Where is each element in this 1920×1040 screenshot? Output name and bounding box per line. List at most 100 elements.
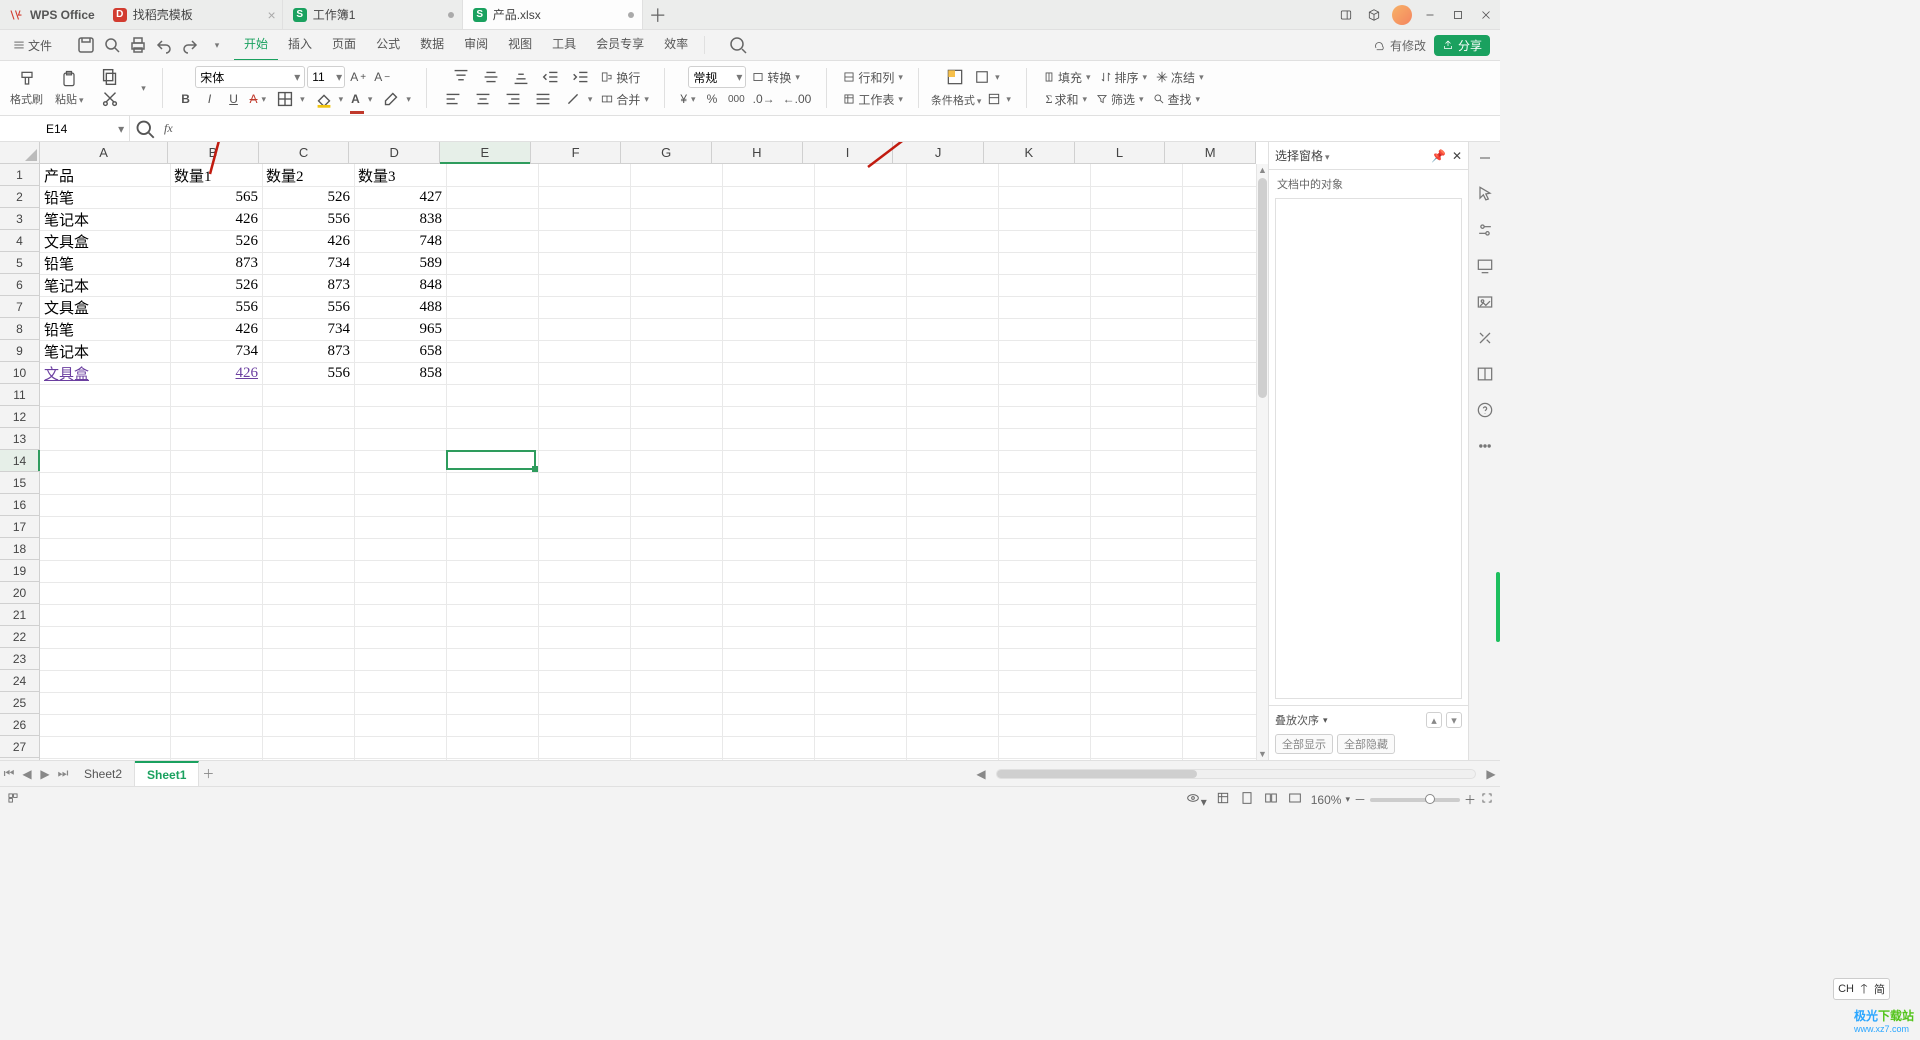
cell-C5[interactable]: 734 xyxy=(262,252,354,274)
align-left-icon[interactable] xyxy=(439,88,467,110)
close-tab-icon[interactable]: × xyxy=(268,7,276,23)
decrease-indent-icon[interactable] xyxy=(537,66,565,88)
conditional-format-button[interactable]: 条件格式 xyxy=(931,92,982,108)
cell-D4[interactable]: 748 xyxy=(354,230,446,252)
clear-format-button[interactable] xyxy=(377,88,414,110)
row-header-20[interactable]: 20 xyxy=(0,582,39,604)
autosum-button[interactable]: Σ求和 xyxy=(1042,88,1090,110)
spreadsheet-grid[interactable]: ABCDEFGHIJKLM 12345678910111213141516171… xyxy=(0,142,1268,760)
orientation-button[interactable] xyxy=(559,88,596,110)
format-as-table-icon[interactable] xyxy=(983,88,1014,110)
cell-B5[interactable]: 873 xyxy=(170,252,262,274)
align-middle-icon[interactable] xyxy=(477,66,505,88)
sheet-nav-prev[interactable]: ◀ xyxy=(18,767,36,781)
cell-A2[interactable]: 铅笔 xyxy=(40,186,170,208)
cell-C3[interactable]: 556 xyxy=(262,208,354,230)
cell-C4[interactable]: 426 xyxy=(262,230,354,252)
increase-font-icon[interactable]: A+ xyxy=(347,66,369,88)
cell-B4[interactable]: 526 xyxy=(170,230,262,252)
find-button[interactable]: 查找 xyxy=(1149,88,1204,110)
increase-decimal-icon[interactable]: ←.00 xyxy=(780,88,815,110)
worksheet-button[interactable]: 工作表 xyxy=(839,88,906,110)
cell-B10[interactable]: 426 xyxy=(170,362,262,384)
row-header-19[interactable]: 19 xyxy=(0,560,39,582)
row-header-18[interactable]: 18 xyxy=(0,538,39,560)
menu-tab-开始[interactable]: 开始 xyxy=(234,29,278,61)
col-header-G[interactable]: G xyxy=(621,142,712,163)
number-format-combo[interactable]: ▾ xyxy=(688,66,746,88)
row-header-15[interactable]: 15 xyxy=(0,472,39,494)
row-header-17[interactable]: 17 xyxy=(0,516,39,538)
hscroll-right[interactable]: ▶ xyxy=(1482,767,1500,781)
cell-B9[interactable]: 734 xyxy=(170,340,262,362)
cell-C2[interactable]: 526 xyxy=(262,186,354,208)
col-header-J[interactable]: J xyxy=(893,142,984,163)
fullscreen-icon[interactable] xyxy=(1480,791,1494,808)
table-style-icon[interactable] xyxy=(970,66,1003,88)
gallery-icon[interactable] xyxy=(1475,292,1495,312)
quickaccess-more[interactable] xyxy=(204,33,228,57)
row-header-1[interactable]: 1 xyxy=(0,164,39,186)
menu-tab-会员专享[interactable]: 会员专享 xyxy=(586,29,654,61)
row-header-23[interactable]: 23 xyxy=(0,648,39,670)
zoom-slider[interactable] xyxy=(1370,798,1460,802)
align-top-icon[interactable] xyxy=(447,66,475,88)
row-header-22[interactable]: 22 xyxy=(0,626,39,648)
row-header-10[interactable]: 10 xyxy=(0,362,39,384)
view-read-icon[interactable] xyxy=(1287,790,1303,809)
increase-indent-icon[interactable] xyxy=(567,66,595,88)
select-all-corner[interactable] xyxy=(0,142,40,164)
expand-fx-icon[interactable] xyxy=(130,114,160,144)
move-up-icon[interactable]: ▴ xyxy=(1426,712,1442,728)
col-header-B[interactable]: B xyxy=(168,142,259,163)
row-header-3[interactable]: 3 xyxy=(0,208,39,230)
italic-button[interactable]: I xyxy=(199,88,221,110)
cell-A7[interactable]: 文具盒 xyxy=(40,296,170,318)
reading-icon[interactable] xyxy=(1475,364,1495,384)
row-header-26[interactable]: 26 xyxy=(0,714,39,736)
scroll-up-icon[interactable]: ▲ xyxy=(1257,164,1268,176)
cell-D8[interactable]: 965 xyxy=(354,318,446,340)
settings-icon[interactable] xyxy=(1475,220,1495,240)
cell-C9[interactable]: 873 xyxy=(262,340,354,362)
status-customize-icon[interactable] xyxy=(6,791,20,808)
window-maximize[interactable] xyxy=(1444,0,1472,29)
font-size-combo[interactable]: ▾ xyxy=(307,66,345,88)
merge-cells-button[interactable]: 合并 xyxy=(597,88,652,110)
cell-C10[interactable]: 556 xyxy=(262,362,354,384)
row-header-27[interactable]: 27 xyxy=(0,736,39,758)
sheet-tab-Sheet2[interactable]: Sheet2 xyxy=(72,761,135,786)
font-name-input[interactable] xyxy=(196,70,290,84)
clipboard-more[interactable] xyxy=(132,77,154,99)
col-header-F[interactable]: F xyxy=(531,142,622,163)
add-sheet-button[interactable]: ＋ xyxy=(199,765,217,782)
convert-button[interactable]: 转换 xyxy=(748,66,803,88)
search-icon[interactable] xyxy=(726,33,750,57)
percent-icon[interactable]: % xyxy=(701,88,723,110)
menu-tab-审阅[interactable]: 审阅 xyxy=(454,29,498,61)
row-header-7[interactable]: 7 xyxy=(0,296,39,318)
view-split-icon[interactable] xyxy=(1263,790,1279,809)
menu-tab-公式[interactable]: 公式 xyxy=(366,29,410,61)
border-button[interactable] xyxy=(271,88,308,110)
cell-D6[interactable]: 848 xyxy=(354,274,446,296)
font-name-combo[interactable]: ▾ xyxy=(195,66,305,88)
filter-button[interactable]: 筛选 xyxy=(1092,88,1147,110)
redo-icon[interactable] xyxy=(178,33,202,57)
zoom-out-button[interactable]: － xyxy=(1354,791,1366,808)
col-header-E[interactable]: E xyxy=(440,142,531,163)
row-header-21[interactable]: 21 xyxy=(0,604,39,626)
row-header-6[interactable]: 6 xyxy=(0,274,39,296)
cell-A4[interactable]: 文具盒 xyxy=(40,230,170,252)
tools-icon[interactable] xyxy=(1475,328,1495,348)
undo-icon[interactable] xyxy=(152,33,176,57)
doc-tab-1[interactable]: S工作簿1 xyxy=(283,0,463,29)
sheet-nav-last[interactable]: ⏭ xyxy=(54,766,72,781)
cell-A10[interactable]: 文具盒 xyxy=(40,362,170,384)
row-header-16[interactable]: 16 xyxy=(0,494,39,516)
row-header-11[interactable]: 11 xyxy=(0,384,39,406)
cell-A3[interactable]: 笔记本 xyxy=(40,208,170,230)
menu-tab-视图[interactable]: 视图 xyxy=(498,29,542,61)
decrease-font-icon[interactable]: A− xyxy=(371,66,393,88)
doc-tab-2[interactable]: S产品.xlsx xyxy=(463,0,643,29)
